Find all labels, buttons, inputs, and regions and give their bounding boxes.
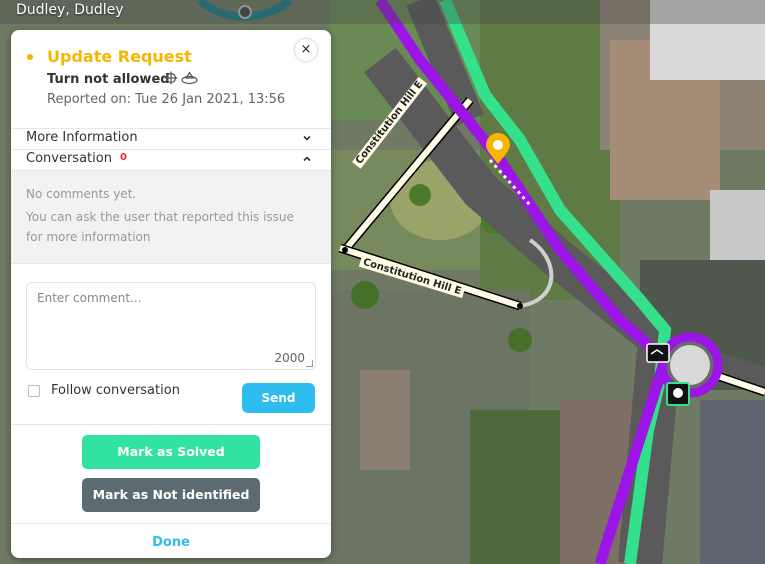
send-button[interactable]: Send [242, 383, 315, 413]
follow-conversation-label[interactable]: Follow conversation [51, 383, 180, 398]
follow-conversation-checkbox[interactable] [28, 385, 40, 397]
mark-solved-button[interactable]: Mark as Solved [82, 435, 260, 469]
issue-actions [164, 71, 198, 85]
location-title: Dudley, Dudley [16, 2, 124, 18]
comment-input[interactable]: Enter comment... 2000 [26, 282, 316, 370]
close-icon[interactable]: × [295, 39, 317, 61]
resolution-actions: Mark as Solved Mark as Not identified [11, 425, 331, 524]
chevron-down-icon [303, 135, 311, 141]
panel-title: Update Request [47, 47, 192, 66]
conversation-toggle[interactable]: Conversation 0 [11, 150, 331, 171]
conversation-count-badge: 0 [120, 152, 127, 163]
top-bar: Dudley, Dudley [0, 0, 765, 24]
issue-type: Turn not allowed [47, 72, 170, 87]
character-counter: 2000 [274, 351, 305, 365]
update-request-panel: Update Request × Turn not allowed Report… [11, 30, 331, 558]
no-comments-text: No comments yet. [26, 187, 137, 201]
chevron-up-icon [303, 156, 311, 162]
update-request-marker-icon[interactable] [485, 133, 511, 165]
reported-date: Reported on: Tue 26 Jan 2021, 13:56 [47, 92, 286, 107]
crosshair-icon[interactable] [164, 71, 178, 85]
more-information-label: More Information [26, 130, 138, 145]
resize-handle[interactable] [306, 360, 313, 367]
conversation-label: Conversation [26, 151, 112, 166]
comment-placeholder: Enter comment... [37, 291, 142, 305]
status-dot [27, 54, 33, 60]
more-information-toggle[interactable]: More Information [11, 129, 331, 150]
comment-form: Enter comment... 2000 Follow conversatio… [11, 264, 331, 425]
mark-not-identified-button[interactable]: Mark as Not identified [82, 478, 260, 512]
layers-icon[interactable] [181, 71, 198, 85]
conversation-hint: You can ask the user that reported this … [26, 210, 294, 244]
panel-header: Update Request × Turn not allowed Report… [11, 30, 331, 129]
conversation-body: No comments yet. You can ask the user th… [11, 171, 331, 264]
done-button[interactable]: Done [11, 524, 331, 558]
